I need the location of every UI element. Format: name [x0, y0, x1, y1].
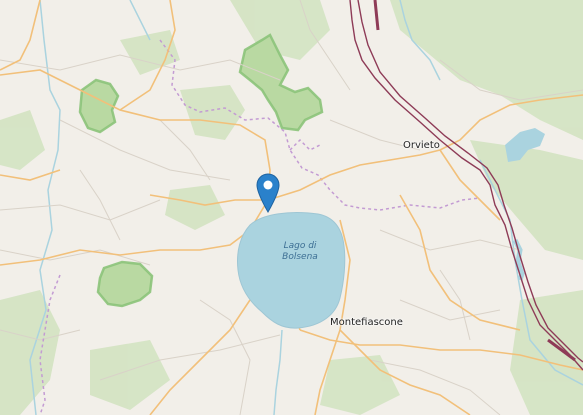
place-label-orvieto: Orvieto [403, 140, 440, 151]
lake-label: Lago di Bolsena [270, 241, 330, 263]
map-tiles [0, 0, 583, 415]
place-label-montefiascone: Montefiascone [330, 317, 403, 328]
lake-label-line1: Lago di [283, 241, 317, 251]
map-view[interactable]: Lago di Bolsena Orvieto Montefiascone [0, 0, 583, 415]
lake-label-line2: Bolsena [282, 252, 318, 262]
map-pin-icon[interactable] [256, 173, 280, 213]
